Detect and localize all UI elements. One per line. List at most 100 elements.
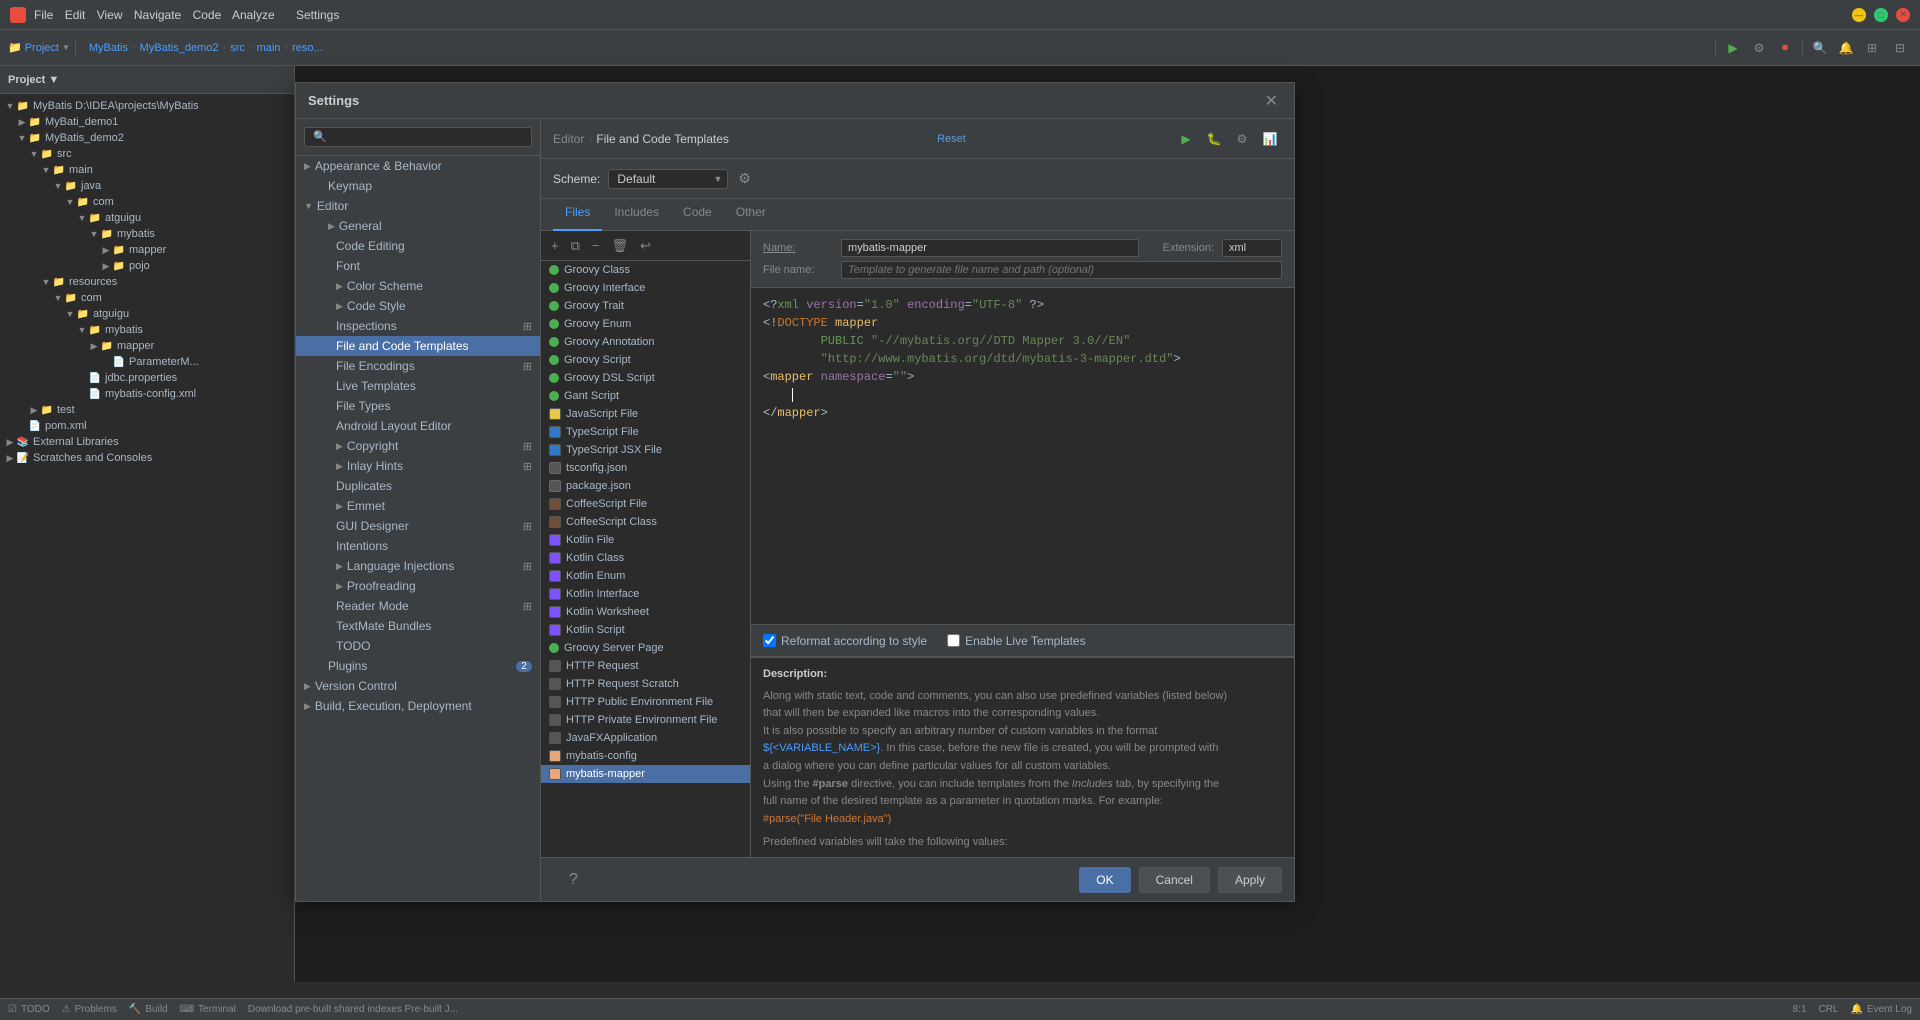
tree-item-test[interactable]: ▶ 📁 test <box>0 402 294 418</box>
tl-item-coffeescript[interactable]: CoffeeScript File <box>541 495 750 513</box>
tl-item-javafx[interactable]: JavaFXApplication <box>541 729 750 747</box>
bc-main[interactable]: main <box>257 42 281 54</box>
tl-item-kotlin-enum[interactable]: Kotlin Enum <box>541 567 750 585</box>
status-build[interactable]: 🔨 Build <box>129 1004 168 1015</box>
settings-leaf-keymap[interactable]: Keymap <box>296 176 540 196</box>
settings-leaf-live-templates[interactable]: Live Templates <box>296 376 540 396</box>
te-filename-input[interactable] <box>841 261 1282 279</box>
scheme-gear-button[interactable]: ⚙ <box>736 168 753 189</box>
settings-leaf-todo[interactable]: TODO <box>296 636 540 656</box>
tl-item-groovy-class[interactable]: Groovy Class <box>541 261 750 279</box>
settings-leaf-language-injections[interactable]: ▶ Language Injections ⊞ <box>296 556 540 576</box>
tl-item-mybatis-mapper[interactable]: mybatis-mapper <box>541 765 750 783</box>
tree-item-res-atguigu[interactable]: ▼ 📁 atguigu <box>0 306 294 322</box>
tl-item-groovy-server-page[interactable]: Groovy Server Page <box>541 639 750 657</box>
run-button[interactable]: ▶ <box>1721 36 1745 60</box>
settings-section-vc[interactable]: ▶ Version Control <box>296 676 540 696</box>
tree-item-demo2[interactable]: ▼ 📁 MyBatis_demo2 <box>0 130 294 146</box>
settings-leaf-general[interactable]: ▶ General <box>296 216 540 236</box>
bc-src[interactable]: src <box>230 42 245 54</box>
tl-item-groovy-trait[interactable]: Groovy Trait <box>541 297 750 315</box>
tab-other[interactable]: Other <box>724 199 778 231</box>
tree-item-jdbc[interactable]: 📄 jdbc.properties <box>0 370 294 386</box>
reformat-checkbox[interactable]: Reformat according to style <box>763 634 927 648</box>
config-button[interactable]: ⚙ <box>1747 36 1771 60</box>
settings-leaf-code-style[interactable]: ▶ Code Style <box>296 296 540 316</box>
tl-item-typescript-jsx[interactable]: TypeScript JSX File <box>541 441 750 459</box>
menu-edit[interactable]: Edit <box>65 8 86 22</box>
settings-leaf-file-encodings[interactable]: File Encodings ⊞ <box>296 356 540 376</box>
bc-reso[interactable]: reso... <box>292 42 323 54</box>
sidebar-toggle-bottom[interactable]: ⊟ <box>1888 36 1912 60</box>
settings-section-editor[interactable]: ▼ Editor <box>296 196 540 216</box>
tree-item-com[interactable]: ▼ 📁 com <box>0 194 294 210</box>
tl-item-groovy-annotation[interactable]: Groovy Annotation <box>541 333 750 351</box>
settings-leaf-file-types[interactable]: File Types <box>296 396 540 416</box>
status-problems[interactable]: ⚠ Problems <box>62 1004 117 1015</box>
tree-item-mybatis-pkg[interactable]: ▼ 📁 mybatis <box>0 226 294 242</box>
live-templates-checkbox[interactable]: Enable Live Templates <box>947 634 1086 648</box>
tree-item-pom[interactable]: 📄 pom.xml <box>0 418 294 434</box>
run-config-btn[interactable]: ▶ <box>1174 127 1198 151</box>
settings-leaf-duplicates[interactable]: Duplicates <box>296 476 540 496</box>
settings-leaf-inlay-hints[interactable]: ▶ Inlay Hints ⊞ <box>296 456 540 476</box>
add-template-button[interactable]: + <box>547 236 563 255</box>
status-event-log[interactable]: 🔔 Event Log <box>1851 1004 1913 1015</box>
tree-item-parammapper[interactable]: 📄 ParameterM... <box>0 354 294 370</box>
tl-item-javascript[interactable]: JavaScript File <box>541 405 750 423</box>
sidebar-toggle-right[interactable]: ⊞ <box>1860 36 1884 60</box>
project-selector[interactable]: 📁 Project ▼ <box>8 41 70 54</box>
menu-file[interactable]: File <box>34 8 53 22</box>
menu-analyze[interactable]: Analyze <box>232 8 275 22</box>
tl-item-typescript[interactable]: TypeScript File <box>541 423 750 441</box>
menu-view[interactable]: View <box>97 8 123 22</box>
settings-leaf-font[interactable]: Font <box>296 256 540 276</box>
tree-item-mybatis[interactable]: ▼ 📁 MyBatis D:\IDEA\projects\MyBatis <box>0 98 294 114</box>
settings-leaf-reader-mode[interactable]: Reader Mode ⊞ <box>296 596 540 616</box>
settings-search-input[interactable] <box>304 127 532 147</box>
tree-item-java[interactable]: ▼ 📁 java <box>0 178 294 194</box>
tl-item-groovy-dsl[interactable]: Groovy DSL Script <box>541 369 750 387</box>
tl-item-kotlin-script[interactable]: Kotlin Script <box>541 621 750 639</box>
tl-item-package-json[interactable]: package.json <box>541 477 750 495</box>
tl-item-http-priv-env[interactable]: HTTP Private Environment File <box>541 711 750 729</box>
coverage-btn[interactable]: 📊 <box>1258 127 1282 151</box>
tl-item-gant[interactable]: Gant Script <box>541 387 750 405</box>
cancel-button[interactable]: Cancel <box>1139 867 1210 893</box>
tl-item-kotlin-class[interactable]: Kotlin Class <box>541 549 750 567</box>
tl-item-kotlin-worksheet[interactable]: Kotlin Worksheet <box>541 603 750 621</box>
ok-button[interactable]: OK <box>1079 867 1130 893</box>
settings-leaf-file-code-templates[interactable]: File and Code Templates <box>296 336 540 356</box>
tl-item-kotlin-interface[interactable]: Kotlin Interface <box>541 585 750 603</box>
tree-item-res-mybatis[interactable]: ▼ 📁 mybatis <box>0 322 294 338</box>
scheme-select[interactable]: Default <box>608 169 728 189</box>
settings-leaf-copyright[interactable]: ▶ Copyright ⊞ <box>296 436 540 456</box>
tree-item-resources[interactable]: ▼ 📁 resources <box>0 274 294 290</box>
delete-template-button[interactable]: 🗑 <box>607 236 632 256</box>
apply-button[interactable]: Apply <box>1218 867 1282 893</box>
tl-item-kotlin-file[interactable]: Kotlin File <box>541 531 750 549</box>
menu-navigate[interactable]: Navigate <box>134 8 181 22</box>
tab-files[interactable]: Files <box>553 199 602 231</box>
profile-btn[interactable]: ⚙ <box>1230 127 1254 151</box>
bc-demo2[interactable]: MyBatis_demo2 <box>140 42 219 54</box>
tl-item-mybatis-config[interactable]: mybatis-config <box>541 747 750 765</box>
code-editor[interactable]: <?xml version="1.0" encoding="UTF-8" ?> … <box>751 288 1294 625</box>
tab-code[interactable]: Code <box>671 199 724 231</box>
settings-section-appearance[interactable]: ▶ Appearance & Behavior <box>296 156 540 176</box>
remove-template-button[interactable]: − <box>588 236 604 255</box>
status-terminal[interactable]: ⌨ Terminal <box>180 1004 236 1015</box>
settings-leaf-plugins[interactable]: Plugins 2 <box>296 656 540 676</box>
tl-item-groovy-enum[interactable]: Groovy Enum <box>541 315 750 333</box>
settings-leaf-android-layout[interactable]: Android Layout Editor <box>296 416 540 436</box>
tree-item-res-mapper[interactable]: ▶ 📁 mapper <box>0 338 294 354</box>
settings-leaf-textmate[interactable]: TextMate Bundles <box>296 616 540 636</box>
settings-leaf-color-scheme[interactable]: ▶ Color Scheme <box>296 276 540 296</box>
tree-item-pojo[interactable]: ▶ 📁 pojo <box>0 258 294 274</box>
tl-item-coffeescript-class[interactable]: CoffeeScript Class <box>541 513 750 531</box>
maximize-button[interactable]: □ <box>1874 8 1888 22</box>
minimize-button[interactable]: — <box>1852 8 1866 22</box>
debug-config-btn[interactable]: 🐛 <box>1202 127 1226 151</box>
help-button[interactable]: ? <box>553 866 594 894</box>
settings-leaf-intentions[interactable]: Intentions <box>296 536 540 556</box>
